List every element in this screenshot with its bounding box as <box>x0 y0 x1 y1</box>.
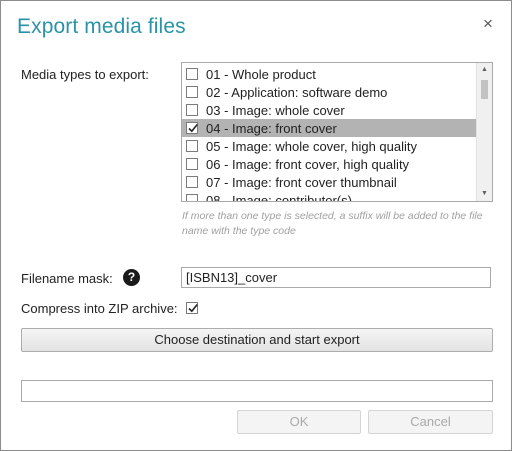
media-type-label: 06 - Image: front cover, high quality <box>206 156 410 172</box>
media-type-item[interactable]: 02 - Application: software demo <box>182 83 477 101</box>
dialog-title: Export media files <box>17 15 186 38</box>
start-export-button[interactable]: Choose destination and start export <box>21 328 493 352</box>
checkmark-icon <box>188 303 198 313</box>
media-type-checkbox[interactable] <box>186 122 198 134</box>
media-type-item[interactable]: 06 - Image: front cover, high quality <box>182 155 477 173</box>
checkmark-icon <box>188 123 198 133</box>
close-icon[interactable]: × <box>481 15 495 32</box>
media-type-label: 08 - Image: contributor(s) <box>206 192 352 202</box>
media-type-item[interactable]: 01 - Whole product <box>182 65 477 83</box>
scroll-thumb[interactable] <box>481 80 488 99</box>
media-type-label: 03 - Image: whole cover <box>206 102 345 118</box>
export-media-dialog: Export media files × Media types to expo… <box>0 0 512 451</box>
media-type-label: 02 - Application: software demo <box>206 84 388 100</box>
compress-zip-label: Compress into ZIP archive: <box>21 301 178 316</box>
ok-button[interactable]: OK <box>237 410 361 434</box>
media-type-label: 04 - Image: front cover <box>206 120 337 136</box>
media-type-checkbox[interactable] <box>186 68 198 80</box>
media-types-list[interactable]: 01 - Whole product 02 - Application: soft… <box>181 62 493 202</box>
filename-mask-input[interactable] <box>181 267 491 288</box>
media-type-item[interactable]: 05 - Image: whole cover, high quality <box>182 137 477 155</box>
list-scrollbar[interactable]: ▲ ▼ <box>476 63 492 201</box>
cancel-button[interactable]: Cancel <box>368 410 493 434</box>
media-type-label: 01 - Whole product <box>206 66 316 82</box>
compress-zip-checkbox[interactable] <box>186 302 198 314</box>
media-type-checkbox[interactable] <box>186 194 198 201</box>
media-type-checkbox[interactable] <box>186 104 198 116</box>
scroll-down-icon[interactable]: ▼ <box>477 187 492 201</box>
media-types-label: Media types to export: <box>21 67 149 82</box>
media-type-label: 07 - Image: front cover thumbnail <box>206 174 397 190</box>
help-icon[interactable]: ? <box>123 269 140 286</box>
media-type-checkbox[interactable] <box>186 140 198 152</box>
scroll-up-icon[interactable]: ▲ <box>477 63 492 77</box>
media-type-item[interactable]: 04 - Image: front cover <box>182 119 477 137</box>
media-type-item[interactable]: 08 - Image: contributor(s) <box>182 191 477 202</box>
media-type-checkbox[interactable] <box>186 176 198 188</box>
media-type-checkbox[interactable] <box>186 86 198 98</box>
media-type-label: 05 - Image: whole cover, high quality <box>206 138 418 154</box>
media-type-item[interactable]: 07 - Image: front cover thumbnail <box>182 173 477 191</box>
media-type-checkbox[interactable] <box>186 158 198 170</box>
filename-mask-label: Filename mask: <box>21 271 113 286</box>
export-progress-bar <box>21 380 493 402</box>
media-type-item[interactable]: 03 - Image: whole cover <box>182 101 477 119</box>
media-types-hint: If more than one type is selected, a suf… <box>182 210 483 237</box>
